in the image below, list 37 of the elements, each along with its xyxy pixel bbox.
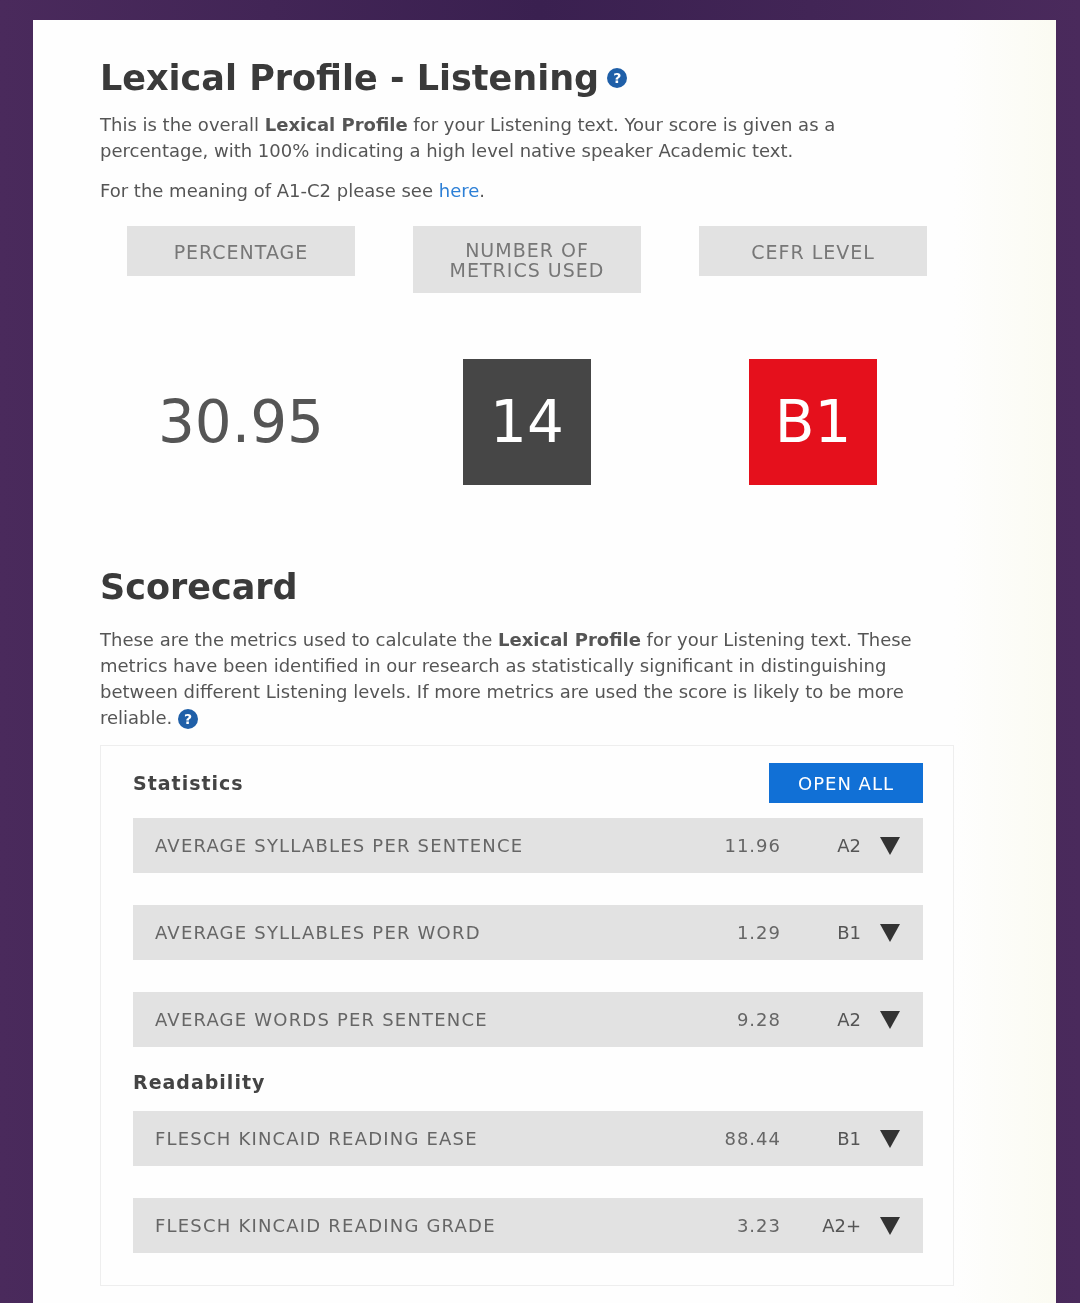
score-tile: 14 — [463, 359, 591, 485]
group-title: Readability — [133, 1071, 266, 1093]
metric-level: A2 — [836, 1009, 861, 1030]
metric-value: 3.23 — [735, 1215, 781, 1236]
score-tile: B1 — [749, 359, 877, 485]
open-all-button[interactable]: OPEN ALL — [769, 763, 923, 803]
metric-row[interactable]: AVERAGE SYLLABLES PER WORD 1.29 B1 — [133, 905, 923, 960]
metric-name: AVERAGE SYLLABLES PER SENTENCE — [155, 835, 525, 856]
intro-text: This is the overall Lexical Profile for your Listening text. Your score is given as a percentage, with 100% indicating a high level native speaker Academic text. — [100, 113, 837, 163]
metric-level: B1 — [836, 1128, 861, 1149]
metric-value: 9.28 — [735, 1009, 781, 1030]
metric-row[interactable]: AVERAGE SYLLABLES PER SENTENCE 11.96 A2 — [133, 818, 923, 873]
metric-row[interactable]: AVERAGE WORDS PER SENTENCE 9.28 A2 — [133, 992, 923, 1047]
metric-value: 11.96 — [723, 835, 781, 856]
metric-name: AVERAGE WORDS PER SENTENCE — [155, 1009, 489, 1030]
column-heading: CEFR LEVEL — [699, 226, 927, 276]
metric-row[interactable]: FLESCH KINCAID READING GRADE 3.23 A2+ — [133, 1198, 923, 1253]
meaning-note: For the meaning of A1-C2 please see here. — [100, 179, 487, 203]
percentage-value: 30.95 — [157, 388, 324, 456]
column-heading: PERCENTAGE — [127, 226, 355, 276]
metric-name: AVERAGE SYLLABLES PER WORD — [155, 922, 482, 943]
column-heading: NUMBER OF METRICS USED — [413, 226, 641, 293]
metric-row[interactable]: FLESCH KINCAID READING EASE 88.44 B1 — [133, 1111, 923, 1166]
metric-level: A2 — [836, 835, 861, 856]
section-title: Scorecard — [100, 567, 298, 607]
metric-level: B1 — [836, 922, 861, 943]
help-icon[interactable]: ? — [178, 709, 199, 729]
here-link[interactable]: here — [438, 180, 480, 201]
metric-value: 1.29 — [735, 922, 781, 943]
page-title: Lexical Profile - Listening — [100, 58, 600, 98]
group-title: Statistics — [133, 772, 244, 794]
metric-name: FLESCH KINCAID READING GRADE — [155, 1215, 497, 1236]
metric-value: 88.44 — [723, 1128, 781, 1149]
scorecard-description: These are the metrics used to calculate the Lexical Profile for your Listening text. These metrics have been identified in our research as statistically significant in distinguishing between different Listening levels. If more metrics are used the score is likely to be more reliable. ? — [100, 628, 913, 731]
help-icon[interactable]: ? — [607, 68, 628, 88]
metric-level: A2+ — [821, 1215, 861, 1236]
metric-name: FLESCH KINCAID READING EASE — [155, 1128, 479, 1149]
